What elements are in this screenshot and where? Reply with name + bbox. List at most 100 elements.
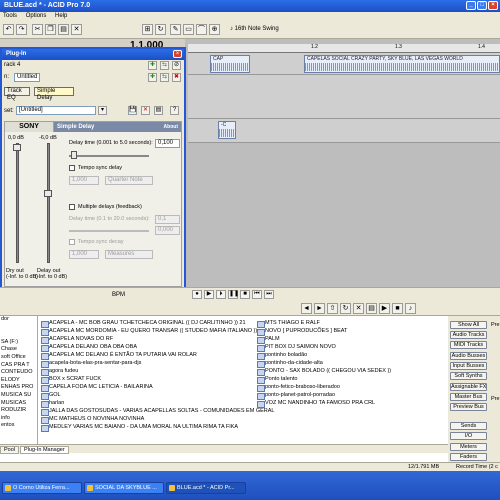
play-icon[interactable]: ▶ xyxy=(204,290,214,299)
file-item[interactable]: JALLA DAS GOSTOSUDAS - VARIAS ACAPELLAS … xyxy=(40,408,274,416)
preview-bus-button[interactable]: Preview Bus xyxy=(450,403,487,411)
reorder-icon[interactable]: ⇆ xyxy=(160,73,169,82)
file-item[interactable]: agora fudeu xyxy=(40,368,78,376)
file-item[interactable]: GOL xyxy=(40,392,61,400)
tempo-value-input[interactable]: 1,000 xyxy=(69,176,99,185)
feedback-time-input[interactable]: 0,1 xyxy=(155,215,180,224)
taskbar-item[interactable]: O Corno Utiliza Ferra... xyxy=(2,482,82,494)
delay-time-input[interactable]: 0,100 xyxy=(155,139,180,148)
swing-selector[interactable]: ♪ 16th Note Swing xyxy=(230,24,279,35)
back-icon[interactable]: ◄ xyxy=(301,303,312,314)
envelope-tool-icon[interactable]: ⌒ xyxy=(196,24,207,35)
tree-item[interactable]: soft Office xyxy=(0,354,37,362)
start-preview-icon[interactable]: ▶ xyxy=(379,303,390,314)
audio-busses-button[interactable]: Audio Busses xyxy=(450,352,487,360)
loop-icon[interactable]: ↻ xyxy=(155,24,166,35)
file-item[interactable]: ACAPELA MC MORDOMIA - EU QUERO TRANSAR (… xyxy=(40,328,257,336)
chain-name-field[interactable]: Untitled xyxy=(14,73,40,82)
track-row-1[interactable]: CAP CAPELAS SOCIAL CRAZY PARTY, SKY BLUE… xyxy=(188,53,500,75)
preset-dropdown[interactable]: [Untitled] xyxy=(16,106,96,115)
tree-item[interactable]: RODUZIR xyxy=(0,407,37,415)
about-link[interactable]: About xyxy=(164,122,178,132)
audio-tracks-button[interactable]: Audio Tracks xyxy=(450,331,487,339)
soft-synths-button[interactable]: Soft Synths xyxy=(450,372,487,380)
track-row-3[interactable]: -C xyxy=(188,119,500,143)
copy-icon[interactable]: ❐ xyxy=(45,24,56,35)
plugin-close-icon[interactable]: × xyxy=(173,50,182,58)
views-icon[interactable]: ▤ xyxy=(366,303,377,314)
input-busses-button[interactable]: Input Busses xyxy=(450,362,487,370)
file-item[interactable]: ponto-planet-patrol-porradao xyxy=(256,392,335,400)
show-all-button[interactable]: Show All xyxy=(450,321,487,329)
master-bus-button[interactable]: Master Bus xyxy=(450,393,487,401)
file-item[interactable]: CAPELA FODA MC LETICIA - BAILARINA xyxy=(40,384,153,392)
file-item[interactable]: VOZ MC NANDINHO TA FAMOSO PRA CRL xyxy=(256,400,375,408)
record-icon[interactable]: ● xyxy=(192,290,202,299)
refresh-icon[interactable]: ↻ xyxy=(340,303,351,314)
redo-icon[interactable]: ↷ xyxy=(16,24,27,35)
file-item[interactable]: pontinho-da-cidade-alta xyxy=(256,360,323,368)
pause-icon[interactable]: ❚❚ xyxy=(228,290,239,299)
file-item[interactable]: acapela-bota-elas-pra-sentar-para-djs xyxy=(40,360,141,368)
delete-preset-icon[interactable]: ✕ xyxy=(141,106,150,115)
meters-button[interactable]: Meters xyxy=(450,443,487,451)
stop-icon[interactable]: ■ xyxy=(240,290,250,299)
file-item[interactable]: ponto-fetico-braboso-liberadoo xyxy=(256,384,340,392)
file-item[interactable]: MC MATHEUS O NOVINHA NOVINHA xyxy=(40,416,144,424)
tempo-unit-select[interactable]: Quarter Note xyxy=(105,176,153,185)
chain-item-track-eq[interactable]: Track EQ xyxy=(4,87,30,101)
tree-item[interactable]: CONTEUDO xyxy=(0,369,37,377)
file-item[interactable]: PALM xyxy=(256,336,280,344)
select-tool-icon[interactable]: ▭ xyxy=(183,24,194,35)
decay-unit-select[interactable]: Measures xyxy=(105,250,153,259)
tab-pool[interactable]: Pool xyxy=(0,446,20,454)
multiple-delays-checkbox[interactable] xyxy=(69,204,75,210)
file-item[interactable]: ACAPELA - MC BOB GRAU TCHETCHECA ORIGINA… xyxy=(40,320,246,328)
file-item[interactable]: NOVO [ PUPRODUCÕES ] BEAT xyxy=(256,328,347,336)
file-item[interactable]: pontinho boladão xyxy=(256,352,307,360)
tree-item[interactable]: CAS PRA T xyxy=(0,362,37,370)
zoom-tool-icon[interactable]: ⊕ xyxy=(209,24,220,35)
play-from-start-icon[interactable]: ⏵ xyxy=(216,290,226,299)
preset-settings-icon[interactable]: ▤ xyxy=(154,106,163,115)
delete-file-icon[interactable]: ✕ xyxy=(353,303,364,314)
file-item[interactable]: MTS THIAGO E RALF xyxy=(256,320,320,328)
tree-item[interactable]: SA (F:) xyxy=(0,339,37,347)
snap-icon[interactable]: ⊞ xyxy=(142,24,153,35)
undo-icon[interactable]: ↶ xyxy=(3,24,14,35)
track-row-2[interactable] xyxy=(188,75,500,119)
decay-value-input[interactable]: 1,000 xyxy=(69,250,99,259)
feedback-value-input[interactable]: 0,000 xyxy=(155,226,180,235)
tempo-sync-decay-checkbox[interactable] xyxy=(69,239,75,245)
file-item[interactable]: harlan xyxy=(40,400,64,408)
help-icon[interactable]: ? xyxy=(170,106,179,115)
delete-icon[interactable]: ✕ xyxy=(71,24,82,35)
sends-button[interactable]: Sends xyxy=(450,422,487,430)
file-item[interactable]: PIT BOX DJ SAIMON NOVO xyxy=(256,344,336,352)
chain-item-simple-delay[interactable]: Simple Delay xyxy=(34,87,74,101)
remove-plugin-icon[interactable]: ✖ xyxy=(172,73,181,82)
cut-icon[interactable]: ✂ xyxy=(32,24,43,35)
tree-item[interactable]: ELODY xyxy=(0,377,37,385)
timeline-ruler[interactable]: 1.2 1.3 1.4 xyxy=(188,44,500,53)
forward-icon[interactable]: ► xyxy=(314,303,325,314)
delay-out-fader[interactable] xyxy=(44,190,52,197)
minimize-icon[interactable]: _ xyxy=(466,1,476,10)
midi-tracks-button[interactable]: MIDI Tracks xyxy=(450,341,487,349)
dropdown-arrow-icon[interactable]: ▾ xyxy=(98,106,107,115)
faders-button[interactable]: Faders xyxy=(450,453,487,461)
tree-item[interactable]: MUSICAS xyxy=(0,400,37,408)
assignable-fx-button[interactable]: Assignable FX xyxy=(450,383,487,391)
menu-tools[interactable]: Tools xyxy=(3,13,17,19)
file-item[interactable]: ACAPELA DELANO OBA OBA OBA xyxy=(40,344,137,352)
file-item[interactable]: ACAPELA NOVAS DO RF xyxy=(40,336,113,344)
file-item[interactable]: MEDLEY VARIAS MC BAIANO - DA UMA MORAL N… xyxy=(40,424,238,432)
maximize-icon[interactable]: □ xyxy=(477,1,487,10)
file-item[interactable]: ACAPELA MC DELANO É ENTÃO TA PUTARIA VAI… xyxy=(40,352,197,360)
add-plugin-icon[interactable]: ✚ xyxy=(148,61,157,70)
tree-item[interactable]: dor xyxy=(0,316,37,324)
tree-item[interactable]: Chase xyxy=(0,346,37,354)
audio-clip[interactable]: -C xyxy=(218,121,236,139)
menu-options[interactable]: Options xyxy=(26,13,47,19)
chain-icon[interactable]: ⇆ xyxy=(160,61,169,70)
